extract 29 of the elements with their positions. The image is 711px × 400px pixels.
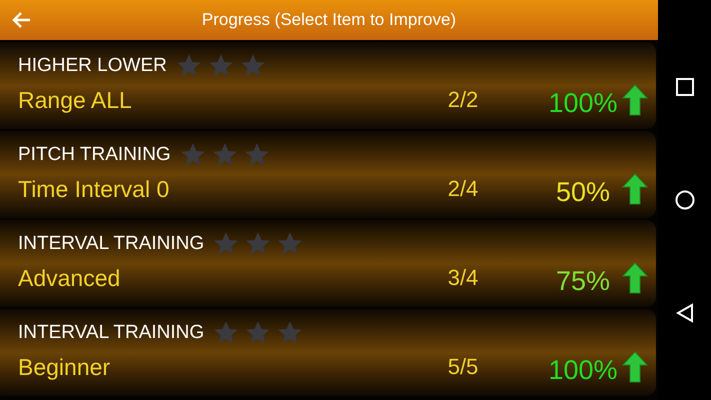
- exercise-name: Range ALL: [18, 86, 132, 114]
- up-arrow-icon[interactable]: [622, 351, 648, 383]
- progress-item[interactable]: INTERVAL TRAINING Advanced 3/4 75%: [0, 220, 656, 307]
- score-text: 2/4: [448, 176, 478, 202]
- score-text: 3/4: [448, 265, 478, 291]
- score-text: 2/2: [448, 87, 478, 113]
- circle-icon: [674, 190, 694, 210]
- percent-text: 100%: [548, 354, 618, 386]
- up-arrow-icon[interactable]: [622, 262, 648, 294]
- category-label: INTERVAL TRAINING: [18, 233, 204, 255]
- exercise-name: Time Interval 0: [18, 176, 170, 202]
- triangle-icon: [676, 303, 694, 324]
- score-text: 5/5: [448, 354, 478, 380]
- progress-item[interactable]: PITCH TRAINING Time Interval 0 2/4 50%: [0, 131, 656, 218]
- category-label: INTERVAL TRAINING: [18, 322, 204, 344]
- exercise-name: Advanced: [18, 264, 120, 292]
- percent-text: 100%: [548, 88, 618, 118]
- up-arrow-icon[interactable]: [622, 84, 648, 116]
- percent-text: 75%: [556, 266, 610, 296]
- up-arrow-icon[interactable]: [622, 173, 648, 205]
- progress-item[interactable]: INTERVAL TRAINING Beginner 5/5 100%: [0, 309, 656, 396]
- square-icon: [676, 78, 694, 96]
- progress-item[interactable]: HIGHER LOWER Range ALL 2/2 100%: [0, 42, 656, 129]
- category-label: PITCH TRAINING: [18, 144, 171, 166]
- category-label: HIGHER LOWER: [18, 55, 167, 77]
- screen-title: Progress (Select Item to Improve): [200, 10, 458, 30]
- percent-text: 50%: [556, 176, 610, 208]
- exercise-name: Beginner: [18, 354, 110, 380]
- home-button[interactable]: [672, 188, 696, 212]
